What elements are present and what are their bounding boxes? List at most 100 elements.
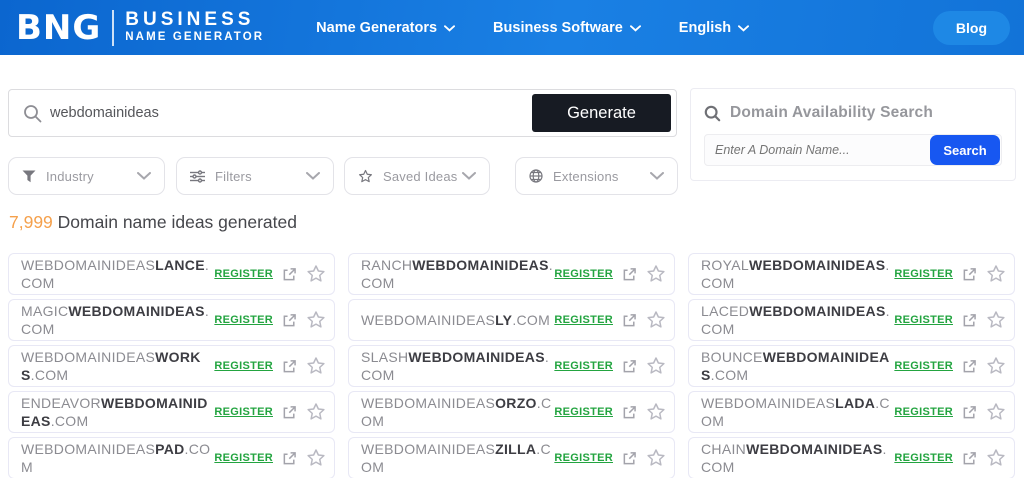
top-navbar: BNG BUSINESS NAME GENERATOR Name Generat… (0, 0, 1024, 55)
domain-bold-segment: WEBDOMAINIDEAS (749, 303, 885, 319)
domain-result-card: WEBDOMAINIDEASORZO.COM REGISTER (348, 391, 675, 433)
external-link-icon[interactable] (622, 267, 637, 282)
nav-name-generators[interactable]: Name Generators (316, 20, 455, 36)
register-link[interactable]: REGISTER (214, 360, 273, 372)
blog-button[interactable]: Blog (933, 11, 1010, 45)
save-star-icon[interactable] (306, 356, 326, 376)
main-content: Generate Domain Availability Search Sear… (0, 55, 1024, 478)
save-star-icon[interactable] (646, 264, 666, 284)
external-link-icon[interactable] (282, 313, 297, 328)
register-link[interactable]: REGISTER (894, 452, 953, 464)
save-star-icon[interactable] (986, 448, 1006, 468)
nav-business-software[interactable]: Business Software (493, 20, 641, 36)
domain-search-button[interactable]: Search (930, 135, 1000, 165)
external-link-icon[interactable] (282, 451, 297, 466)
domain-result-card: WEBDOMAINIDEASZILLA.COM REGISTER (348, 437, 675, 478)
card-actions: REGISTER (894, 264, 1006, 284)
external-link-icon[interactable] (282, 267, 297, 282)
domain-name: ROYALWEBDOMAINIDEAS.COM (701, 256, 894, 292)
domain-result-card: ROYALWEBDOMAINIDEAS.COM REGISTER (688, 253, 1015, 295)
register-link[interactable]: REGISTER (554, 406, 613, 418)
register-link[interactable]: REGISTER (894, 314, 953, 326)
saved-ideas-dropdown[interactable]: Saved Ideas (344, 157, 490, 195)
industry-dropdown[interactable]: Industry (8, 157, 165, 195)
register-link[interactable]: REGISTER (894, 360, 953, 372)
register-link[interactable]: REGISTER (894, 406, 953, 418)
save-star-icon[interactable] (646, 356, 666, 376)
register-link[interactable]: REGISTER (214, 314, 273, 326)
results-count: 7,999 (9, 212, 53, 232)
card-actions: REGISTER (554, 310, 666, 330)
filter-label: Industry (46, 169, 94, 184)
card-actions: REGISTER (894, 402, 1006, 422)
domain-result-card: WEBDOMAINIDEASPAD.COM REGISTER (8, 437, 335, 478)
register-link[interactable]: REGISTER (554, 452, 613, 464)
chevron-down-icon (306, 172, 320, 180)
chevron-down-icon (444, 25, 455, 32)
external-link-icon[interactable] (622, 313, 637, 328)
save-star-icon[interactable] (306, 264, 326, 284)
filters-dropdown[interactable]: Filters (176, 157, 334, 195)
logo-line2: NAME GENERATOR (125, 31, 264, 45)
register-link[interactable]: REGISTER (214, 406, 273, 418)
domain-bold-segment: WEBDOMAINIDEAS (749, 257, 885, 273)
save-star-icon[interactable] (986, 402, 1006, 422)
save-star-icon[interactable] (306, 402, 326, 422)
globe-icon (529, 169, 543, 183)
register-link[interactable]: REGISTER (894, 268, 953, 280)
external-link-icon[interactable] (962, 359, 977, 374)
register-link[interactable]: REGISTER (554, 360, 613, 372)
external-link-icon[interactable] (282, 359, 297, 374)
external-link-icon[interactable] (962, 313, 977, 328)
external-link-icon[interactable] (962, 451, 977, 466)
logo-text: BUSINESS NAME GENERATOR (125, 10, 264, 45)
external-link-icon[interactable] (962, 267, 977, 282)
domain-name: WEBDOMAINIDEASORZO.COM (361, 394, 554, 430)
domain-search-input[interactable] (705, 143, 930, 157)
external-link-icon[interactable] (282, 405, 297, 420)
results-heading: 7,999 Domain name ideas generated (9, 212, 297, 233)
keyword-search-input[interactable] (42, 105, 532, 121)
card-actions: REGISTER (894, 356, 1006, 376)
register-link[interactable]: REGISTER (554, 268, 613, 280)
generate-button[interactable]: Generate (532, 94, 671, 132)
save-star-icon[interactable] (986, 310, 1006, 330)
sliders-icon (190, 170, 205, 183)
save-star-icon[interactable] (646, 448, 666, 468)
register-link[interactable]: REGISTER (554, 314, 613, 326)
nav-language-english[interactable]: English (679, 20, 749, 36)
save-star-icon[interactable] (306, 310, 326, 330)
logo[interactable]: BNG BUSINESS NAME GENERATOR (16, 10, 264, 46)
save-star-icon[interactable] (986, 264, 1006, 284)
save-star-icon[interactable] (646, 310, 666, 330)
filters-row: Industry Filters Saved Ideas (8, 157, 678, 195)
save-star-icon[interactable] (986, 356, 1006, 376)
nav-label: Name Generators (316, 20, 437, 36)
extensions-dropdown[interactable]: Extensions (515, 157, 678, 195)
domain-bold-segment: ZILLA (495, 441, 536, 457)
register-link[interactable]: REGISTER (214, 452, 273, 464)
domain-name: MAGICWEBDOMAINIDEAS.COM (21, 302, 214, 338)
external-link-icon[interactable] (622, 451, 637, 466)
external-link-icon[interactable] (962, 405, 977, 420)
chevron-down-icon (738, 25, 749, 32)
domain-bold-segment: PAD (155, 441, 184, 457)
save-star-icon[interactable] (646, 402, 666, 422)
domain-bold-segment: WEBDOMAINIDEAS (68, 303, 204, 319)
domain-plain-segment: ROYAL (701, 257, 749, 273)
domain-plain-segment: SLASH (361, 349, 408, 365)
domain-tld-segment: .COM (31, 367, 69, 383)
card-actions: REGISTER (214, 264, 326, 284)
save-star-icon[interactable] (306, 448, 326, 468)
domain-plain-segment: WEBDOMAINIDEAS (21, 257, 155, 273)
domain-result-card: ENDEAVORWEBDOMAINIDEAS.COM REGISTER (8, 391, 335, 433)
external-link-icon[interactable] (622, 359, 637, 374)
domain-name: WEBDOMAINIDEASWORKS.COM (21, 348, 214, 384)
card-actions: REGISTER (214, 448, 326, 468)
external-link-icon[interactable] (622, 405, 637, 420)
domain-name: WEBDOMAINIDEASLADA.COM (701, 394, 894, 430)
nav-label: Business Software (493, 20, 623, 36)
domain-availability-title-text: Domain Availability Search (730, 104, 933, 122)
domain-bold-segment: WEBDOMAINIDEAS (412, 257, 548, 273)
register-link[interactable]: REGISTER (214, 268, 273, 280)
